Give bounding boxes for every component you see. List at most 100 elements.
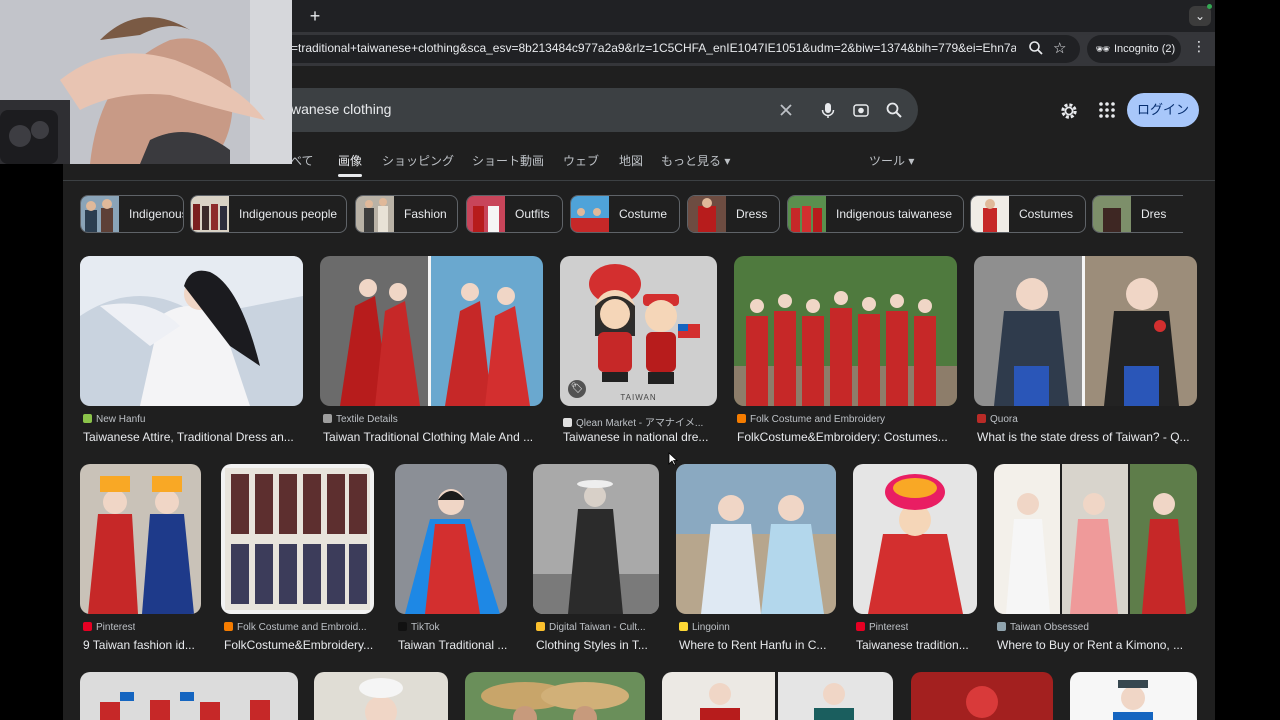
- tools-button[interactable]: ツール ▾: [869, 152, 914, 169]
- result-image[interactable]: [533, 464, 659, 614]
- result-image[interactable]: [662, 672, 893, 720]
- tab-short-videos[interactable]: ショート動画: [472, 152, 544, 169]
- result-title[interactable]: Taiwan Traditional ...: [398, 638, 508, 652]
- new-tab-button[interactable]: +: [305, 6, 325, 26]
- result-title[interactable]: Taiwanese in national dre...: [563, 430, 718, 444]
- bookmark-star-icon[interactable]: ☆: [1053, 39, 1066, 57]
- incognito-icon: 🕶: [1095, 42, 1111, 56]
- chip-fashion[interactable]: Fashion: [355, 195, 458, 233]
- chip-dress[interactable]: Dress: [687, 195, 780, 233]
- result-source[interactable]: New Hanfu: [83, 414, 145, 425]
- chip-thumbnail: [788, 196, 826, 232]
- chip-indigenous-people[interactable]: Indigenous people: [190, 195, 347, 233]
- result-title[interactable]: Taiwanese tradition...: [856, 638, 978, 652]
- search-icon[interactable]: [884, 100, 904, 120]
- tab-more[interactable]: もっと見る ▾: [661, 152, 730, 169]
- image-result[interactable]: Pinterest Taiwanese tradition...: [853, 464, 977, 656]
- chip-thumbnail: [571, 196, 609, 232]
- result-source[interactable]: Lingoinn: [679, 622, 730, 633]
- tab-maps[interactable]: 地図: [619, 152, 643, 169]
- chip-dress-2[interactable]: Dres: [1092, 195, 1183, 233]
- zoom-icon[interactable]: [1028, 40, 1044, 56]
- result-source[interactable]: Pinterest: [83, 622, 135, 633]
- image-result[interactable]: TikTok Taiwan Traditional ...: [395, 464, 507, 656]
- tab-shopping[interactable]: ショッピング: [382, 152, 454, 169]
- result-image[interactable]: [80, 256, 303, 406]
- tab-web[interactable]: ウェブ: [563, 152, 599, 169]
- chip-indigenous[interactable]: Indigenous: [80, 195, 184, 233]
- result-title[interactable]: Where to Rent Hanfu in C...: [679, 638, 837, 652]
- image-result[interactable]: Folk Costume and Embroid... FolkCostume&…: [221, 464, 374, 656]
- chip-thumbnail: [191, 196, 229, 232]
- chip-costumes[interactable]: Costumes: [970, 195, 1086, 233]
- result-title[interactable]: Clothing Styles in T...: [536, 638, 660, 652]
- result-title[interactable]: FolkCostume&Embroidery: Costumes...: [737, 430, 957, 444]
- result-title[interactable]: Taiwan Traditional Clothing Male And ...: [323, 430, 543, 444]
- result-title[interactable]: 9 Taiwan fashion id...: [83, 638, 201, 652]
- camera-lens-icon[interactable]: [851, 100, 871, 120]
- image-result[interactable]: Quora What is the state dress of Taiwan?…: [974, 256, 1197, 448]
- result-image[interactable]: [994, 464, 1197, 614]
- tab-all[interactable]: べて: [290, 152, 314, 169]
- tab-images[interactable]: 画像: [338, 152, 362, 169]
- image-caption: TAIWAN: [620, 393, 657, 402]
- image-result[interactable]: Textile Details Taiwan Traditional Cloth…: [320, 256, 543, 448]
- result-source[interactable]: Folk Costume and Embroid...: [224, 622, 374, 633]
- result-title[interactable]: Where to Buy or Rent a Kimono, ...: [997, 638, 1197, 652]
- nav-divider: [63, 180, 1215, 181]
- result-source[interactable]: Textile Details: [323, 414, 398, 425]
- result-image[interactable]: [911, 672, 1053, 720]
- result-source[interactable]: Qlean Market - アマナイメ...: [563, 414, 718, 429]
- result-source-name: TikTok: [411, 622, 440, 633]
- url-text[interactable]: =traditional+taiwanese+clothing&sca_esv=…: [291, 41, 1016, 55]
- result-source[interactable]: TikTok: [398, 622, 440, 633]
- tab-more-label: もっと見る: [661, 154, 722, 168]
- result-title[interactable]: FolkCostume&Embroidery...: [224, 638, 374, 652]
- result-source[interactable]: Folk Costume and Embroidery: [737, 414, 885, 425]
- result-image[interactable]: [221, 464, 374, 614]
- image-result[interactable]: Folk Costume and Embroidery FolkCostume&…: [734, 256, 957, 448]
- result-title[interactable]: Taiwanese Attire, Traditional Dress an..…: [83, 430, 303, 444]
- login-button[interactable]: ログイン: [1127, 93, 1199, 127]
- site-favicon-icon: [977, 414, 986, 423]
- image-result[interactable]: 🏷 TAIWAN Qlean Market - アマナイメ... Taiwane…: [560, 256, 717, 448]
- result-source-name: Digital Taiwan - Cult...: [549, 622, 646, 633]
- result-source[interactable]: Pinterest: [856, 622, 908, 633]
- chip-label: Fashion: [404, 207, 447, 221]
- result-image[interactable]: [853, 464, 977, 614]
- image-result[interactable]: Lingoinn Where to Rent Hanfu in C...: [676, 464, 836, 656]
- result-image[interactable]: [320, 256, 543, 406]
- chip-indigenous-taiwanese[interactable]: Indigenous taiwanese: [787, 195, 964, 233]
- image-result[interactable]: New Hanfu Taiwanese Attire, Traditional …: [80, 256, 303, 448]
- site-favicon-icon: [679, 622, 688, 631]
- search-input[interactable]: wanese clothing: [291, 101, 391, 117]
- result-image[interactable]: [676, 464, 836, 614]
- clear-icon[interactable]: [776, 100, 796, 120]
- browser-menu-button[interactable]: ⋮: [1192, 38, 1206, 55]
- result-image[interactable]: [465, 672, 645, 720]
- result-image[interactable]: [80, 464, 201, 614]
- result-source-name: Pinterest: [869, 622, 909, 633]
- incognito-badge[interactable]: 🕶 Incognito (2): [1087, 35, 1181, 63]
- result-image[interactable]: [395, 464, 507, 614]
- result-source-name: Folk Costume and Embroid...: [237, 622, 367, 633]
- chip-costume[interactable]: Costume: [570, 195, 680, 233]
- result-image[interactable]: [80, 672, 298, 720]
- apps-grid-icon[interactable]: [1098, 101, 1116, 119]
- result-image[interactable]: 🏷 TAIWAN: [560, 256, 717, 406]
- result-image[interactable]: [1070, 672, 1197, 720]
- result-source[interactable]: Taiwan Obsessed: [997, 622, 1089, 633]
- gear-icon[interactable]: [1058, 100, 1080, 122]
- result-image[interactable]: [314, 672, 448, 720]
- result-title[interactable]: What is the state dress of Taiwan? - Q..…: [977, 430, 1197, 444]
- image-result[interactable]: Digital Taiwan - Cult... Clothing Styles…: [533, 464, 659, 656]
- result-source[interactable]: Quora: [977, 414, 1018, 425]
- result-image[interactable]: [734, 256, 957, 406]
- result-source[interactable]: Digital Taiwan - Cult...: [536, 622, 660, 633]
- microphone-icon[interactable]: [818, 100, 838, 120]
- chip-outfits[interactable]: Outfits: [466, 195, 563, 233]
- tab-search-button[interactable]: ⌄: [1189, 6, 1211, 26]
- result-image[interactable]: [974, 256, 1197, 406]
- image-result[interactable]: Pinterest 9 Taiwan fashion id...: [80, 464, 201, 656]
- image-result[interactable]: Taiwan Obsessed Where to Buy or Rent a K…: [994, 464, 1197, 656]
